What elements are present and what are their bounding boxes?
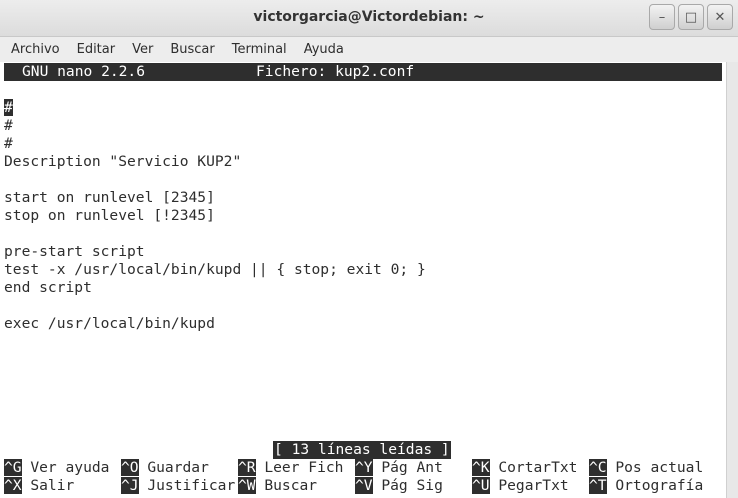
shortcut-key: ^R	[238, 459, 256, 476]
editor-line[interactable]: end script	[4, 279, 92, 297]
shortcut-label: Guardar	[138, 459, 209, 476]
shortcut-key: ^U	[472, 477, 490, 494]
editor-line[interactable]: #	[4, 117, 13, 135]
nano-header: GNU nano 2.2.6 Fichero: kup2.conf	[4, 63, 722, 81]
menu-editar[interactable]: Editar	[67, 42, 123, 57]
shortcut-read-file[interactable]: ^R Leer Fich	[238, 459, 343, 477]
shortcut-label: Salir	[21, 477, 75, 494]
shortcut-label: Pos actual	[606, 459, 704, 476]
close-icon[interactable]: ✕	[707, 4, 733, 30]
shortcut-key: ^K	[472, 459, 490, 476]
shortcut-help[interactable]: ^G Ver ayuda	[4, 459, 109, 477]
text-cursor: #	[4, 99, 13, 116]
shortcut-label: Ortografía	[606, 477, 704, 494]
shortcut-label: Buscar	[255, 477, 318, 494]
shortcut-label: Pág Sig	[372, 477, 443, 494]
shortcut-key: ^J	[121, 477, 139, 494]
shortcut-label: Ver ayuda	[21, 459, 110, 476]
window-title: victorgarcia@Victordebian: ~	[253, 9, 485, 25]
title-bar[interactable]: victorgarcia@Victordebian: ~ – □ ✕	[0, 0, 738, 37]
menu-bar: Archivo Editar Ver Buscar Terminal Ayuda	[0, 37, 738, 62]
editor-line[interactable]: exec /usr/local/bin/kupd	[4, 315, 215, 333]
shortcut-label: PegarTxt	[489, 477, 569, 494]
shortcut-key: ^X	[4, 477, 22, 494]
scrollbar[interactable]	[726, 62, 738, 498]
shortcut-cursor-pos[interactable]: ^C Pos actual	[589, 459, 703, 477]
editor-line[interactable]: #	[4, 99, 13, 117]
shortcut-search[interactable]: ^W Buscar	[238, 477, 317, 495]
shortcut-key: ^V	[355, 477, 373, 494]
menu-terminal[interactable]: Terminal	[222, 42, 294, 57]
menu-ayuda[interactable]: Ayuda	[294, 42, 351, 57]
shortcut-key: ^G	[4, 459, 22, 476]
shortcut-key: ^T	[589, 477, 607, 494]
menu-ver[interactable]: Ver	[122, 42, 160, 57]
menu-archivo[interactable]: Archivo	[0, 42, 67, 57]
status-message: [ 13 líneas leídas ]	[273, 441, 451, 459]
menu-buscar[interactable]: Buscar	[160, 42, 221, 57]
shortcut-label: Justificar	[138, 477, 236, 494]
editor-line[interactable]: stop on runlevel [!2345]	[4, 207, 215, 225]
shortcut-save[interactable]: ^O Guardar	[121, 459, 209, 477]
shortcut-cut-text[interactable]: ^K CortarTxt	[472, 459, 577, 477]
shortcut-key: ^C	[589, 459, 607, 476]
maximize-icon[interactable]: □	[678, 4, 704, 30]
shortcut-key: ^W	[238, 477, 256, 494]
shortcut-label: CortarTxt	[489, 459, 578, 476]
shortcut-spell-check[interactable]: ^T Ortografía	[589, 477, 703, 495]
minimize-icon[interactable]: –	[649, 4, 675, 30]
editor-line[interactable]: Description "Servicio KUP2"	[4, 153, 241, 171]
shortcut-prev-page[interactable]: ^Y Pág Ant	[355, 459, 443, 477]
nano-version: GNU nano 2.2.6	[22, 63, 146, 80]
shortcut-key: ^Y	[355, 459, 373, 476]
terminal-window: victorgarcia@Victordebian: ~ – □ ✕ Archi…	[0, 0, 738, 498]
shortcut-label: Pág Ant	[372, 459, 443, 476]
shortcut-justify[interactable]: ^J Justificar	[121, 477, 235, 495]
shortcut-label: Leer Fich	[255, 459, 344, 476]
editor-line[interactable]: pre-start script	[4, 243, 145, 261]
shortcut-paste-text[interactable]: ^U PegarTxt	[472, 477, 569, 495]
editor-line[interactable]: test -x /usr/local/bin/kupd || { stop; e…	[4, 261, 426, 279]
editor-line[interactable]: #	[4, 135, 13, 153]
shortcut-key: ^O	[121, 459, 139, 476]
shortcut-exit[interactable]: ^X Salir	[4, 477, 74, 495]
terminal-area[interactable]: GNU nano 2.2.6 Fichero: kup2.conf # # # …	[0, 62, 726, 498]
nano-filename: Fichero: kup2.conf	[256, 63, 415, 80]
editor-line[interactable]: start on runlevel [2345]	[4, 189, 215, 207]
shortcut-next-page[interactable]: ^V Pág Sig	[355, 477, 443, 495]
